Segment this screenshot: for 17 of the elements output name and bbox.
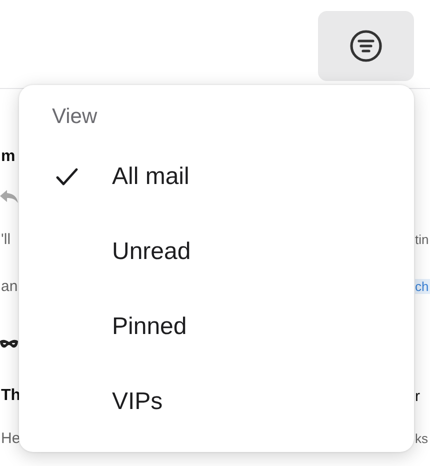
email-subject: Th (1, 387, 21, 404)
reply-icon[interactable] (0, 189, 18, 205)
menu-heading: View (52, 105, 98, 129)
menu-item[interactable]: Pinned (19, 306, 394, 348)
email-snippet: an (1, 278, 18, 295)
email-snippet: 'll (1, 231, 11, 248)
menu-item[interactable]: Unread (19, 231, 394, 273)
menu-item[interactable]: All mail (19, 156, 394, 198)
email-snippet: He (1, 430, 20, 446)
email-subject: r (415, 388, 420, 404)
email-snippet: tin (415, 232, 429, 247)
mask-icon (0, 338, 18, 348)
email-snippet: ks (415, 430, 428, 446)
menu-item[interactable]: VIPs (19, 381, 394, 423)
sender-name: m (1, 148, 16, 164)
filter-button[interactable] (318, 11, 414, 81)
filter-icon (349, 29, 383, 63)
